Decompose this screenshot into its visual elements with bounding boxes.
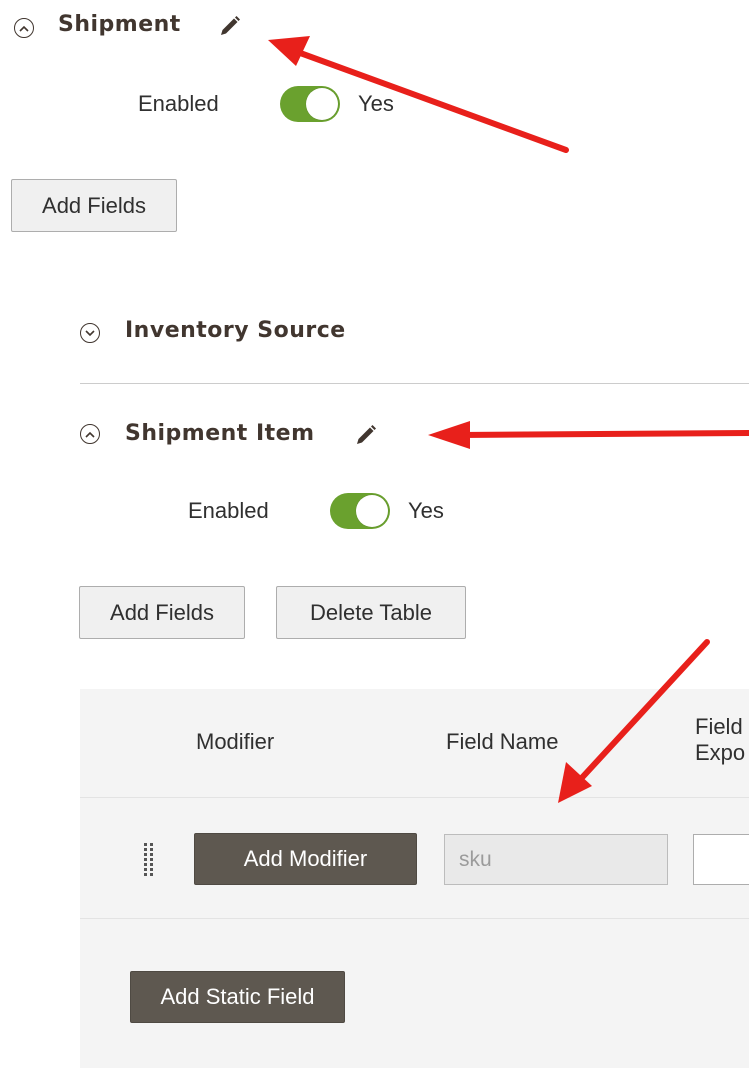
- arrow-annotations: [268, 36, 749, 803]
- arrow-annotation-shipment-item: [428, 421, 749, 449]
- arrow-annotation-field-name: [558, 639, 710, 803]
- arrow-annotation-shipment: [268, 36, 569, 153]
